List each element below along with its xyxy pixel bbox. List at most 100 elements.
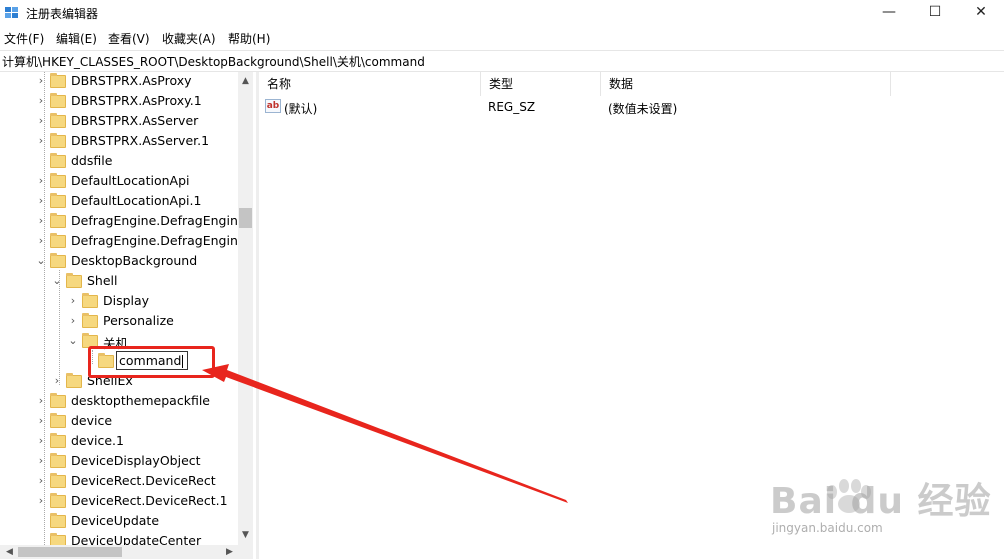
tree-item[interactable]: › DefragEngine.DefragEngine	[0, 212, 238, 232]
tree-item-label: DefragEngine.DefragEngine.	[71, 233, 238, 248]
folder-icon	[50, 413, 66, 428]
address-bar[interactable]: 计算机\HKEY_CLASSES_ROOT\DesktopBackground\…	[0, 50, 1004, 72]
tree-item[interactable]: › desktopthemepackfile	[0, 392, 238, 412]
tree-item-label: DBRSTPRX.AsProxy.1	[71, 93, 202, 108]
column-header-data[interactable]: 数据	[601, 72, 891, 96]
folder-icon	[50, 533, 66, 545]
scrollbar-thumb[interactable]	[18, 547, 122, 557]
tree-item-display[interactable]: › Display	[0, 292, 238, 312]
value-row[interactable]: ab (默认) REG_SZ (数值未设置)	[259, 98, 1004, 118]
tree-item-label: DefragEngine.DefragEngine	[71, 213, 238, 228]
registry-editor-icon	[5, 7, 18, 18]
tree-item[interactable]: ddsfile	[0, 152, 238, 172]
watermark-brand: Bai du 经验	[770, 481, 992, 522]
tree-item[interactable]: › DeviceRect.DeviceRect	[0, 472, 238, 492]
chevron-down-icon[interactable]: ⌄	[52, 274, 62, 288]
menu-edit[interactable]: 编辑(E)	[56, 30, 97, 47]
folder-icon	[50, 233, 66, 248]
tree-item[interactable]: › DeviceDisplayObject	[0, 452, 238, 472]
menu-help[interactable]: 帮助(H)	[228, 30, 270, 47]
chevron-right-icon[interactable]: ›	[36, 434, 46, 448]
tree-item-label: device.1	[71, 433, 124, 448]
tree-horizontal-scrollbar[interactable]: ◀ ▶	[0, 545, 253, 559]
window-title: 注册表编辑器	[26, 7, 99, 21]
scrollbar-thumb[interactable]	[239, 208, 252, 228]
chevron-right-icon[interactable]: ›	[36, 474, 46, 488]
folder-icon	[50, 253, 66, 268]
folder-icon	[66, 373, 82, 388]
folder-icon	[50, 73, 66, 88]
chevron-right-icon[interactable]: ›	[36, 194, 46, 208]
tree-item-label: Personalize	[103, 313, 174, 328]
tree-item[interactable]: › device.1	[0, 432, 238, 452]
column-header-name[interactable]: 名称	[259, 72, 481, 96]
menu-file[interactable]: 文件(F)	[4, 30, 44, 47]
chevron-right-icon[interactable]: ›	[36, 74, 46, 88]
scroll-left-icon[interactable]: ◀	[2, 545, 17, 560]
tree-vertical-scrollbar[interactable]: ▲ ▼	[238, 72, 253, 545]
chevron-right-icon[interactable]: ›	[36, 394, 46, 408]
maximize-button[interactable]: ☐	[912, 0, 958, 26]
chevron-right-icon[interactable]: ›	[36, 494, 46, 508]
tree-item[interactable]: › DeviceRect.DeviceRect.1	[0, 492, 238, 512]
chevron-right-icon[interactable]: ›	[36, 94, 46, 108]
tree-item[interactable]: DeviceUpdate	[0, 512, 238, 532]
tree-item[interactable]: › DefragEngine.DefragEngine.	[0, 232, 238, 252]
folder-icon	[50, 133, 66, 148]
chevron-right-icon[interactable]: ›	[68, 294, 78, 308]
tree-item-label: DefaultLocationApi	[71, 173, 190, 188]
column-header-type[interactable]: 类型	[481, 72, 601, 96]
tree-item-personalize[interactable]: › Personalize	[0, 312, 238, 332]
tree-item-label: DeviceDisplayObject	[71, 453, 201, 468]
chevron-right-icon[interactable]: ›	[68, 314, 78, 328]
folder-icon	[50, 113, 66, 128]
value-type: REG_SZ	[488, 100, 536, 114]
tree-item[interactable]: › DBRSTPRX.AsServer	[0, 112, 238, 132]
chevron-right-icon[interactable]: ›	[36, 414, 46, 428]
folder-icon	[50, 433, 66, 448]
value-data: (数值未设置)	[608, 102, 678, 116]
tree-item-label: DeviceUpdate	[71, 513, 160, 528]
folder-icon	[82, 293, 98, 308]
chevron-right-icon[interactable]: ›	[36, 454, 46, 468]
chevron-right-icon[interactable]: ›	[36, 214, 46, 228]
chevron-down-icon[interactable]: ⌄	[68, 334, 78, 348]
watermark-url: jingyan.baidu.com	[772, 521, 883, 535]
scroll-right-icon[interactable]: ▶	[222, 545, 237, 560]
menu-view[interactable]: 查看(V)	[108, 30, 150, 47]
minimize-button[interactable]: —	[866, 0, 912, 26]
tree-item-label: desktopthemepackfile	[71, 393, 210, 408]
key-tree[interactable]: › DBRSTPRX.AsProxy › DBRSTPRX.AsProxy.1 …	[0, 72, 238, 545]
scroll-up-icon[interactable]: ▲	[238, 74, 253, 89]
tree-item[interactable]: › DBRSTPRX.AsProxy.1	[0, 92, 238, 112]
value-name: (默认)	[284, 102, 318, 116]
folder-icon	[50, 513, 66, 528]
chevron-right-icon[interactable]: ›	[36, 174, 46, 188]
scroll-down-icon[interactable]: ▼	[238, 528, 253, 543]
close-button[interactable]: ✕	[958, 0, 1004, 26]
tree-item-desktopbackground[interactable]: ⌄ DesktopBackground	[0, 252, 238, 272]
tree-item[interactable]: › DefaultLocationApi.1	[0, 192, 238, 212]
chevron-right-icon[interactable]: ›	[36, 134, 46, 148]
chevron-right-icon[interactable]: ›	[36, 114, 46, 128]
address-path[interactable]: 计算机\HKEY_CLASSES_ROOT\DesktopBackground\…	[2, 53, 425, 70]
chevron-down-icon[interactable]: ⌄	[36, 254, 46, 268]
tree-item[interactable]: › device	[0, 412, 238, 432]
tree-item[interactable]: DeviceUpdateCenter	[0, 532, 238, 545]
menu-favorites[interactable]: 收藏夹(A)	[162, 30, 216, 47]
tree-item-label: DefaultLocationApi.1	[71, 193, 202, 208]
tree-item-shell[interactable]: ⌄ Shell	[0, 272, 238, 292]
chevron-right-icon[interactable]: ›	[52, 374, 62, 388]
folder-icon	[50, 453, 66, 468]
tree-item[interactable]: › DBRSTPRX.AsProxy	[0, 72, 238, 92]
tree-item-label: DBRSTPRX.AsProxy	[71, 73, 192, 88]
tree-item[interactable]: › DefaultLocationApi	[0, 172, 238, 192]
chevron-right-icon[interactable]: ›	[36, 234, 46, 248]
tree-item[interactable]: › DBRSTPRX.AsServer.1	[0, 132, 238, 152]
folder-icon	[50, 213, 66, 228]
tree-item-label: DeviceRect.DeviceRect.1	[71, 493, 228, 508]
tree-item-label: ddsfile	[71, 153, 113, 168]
